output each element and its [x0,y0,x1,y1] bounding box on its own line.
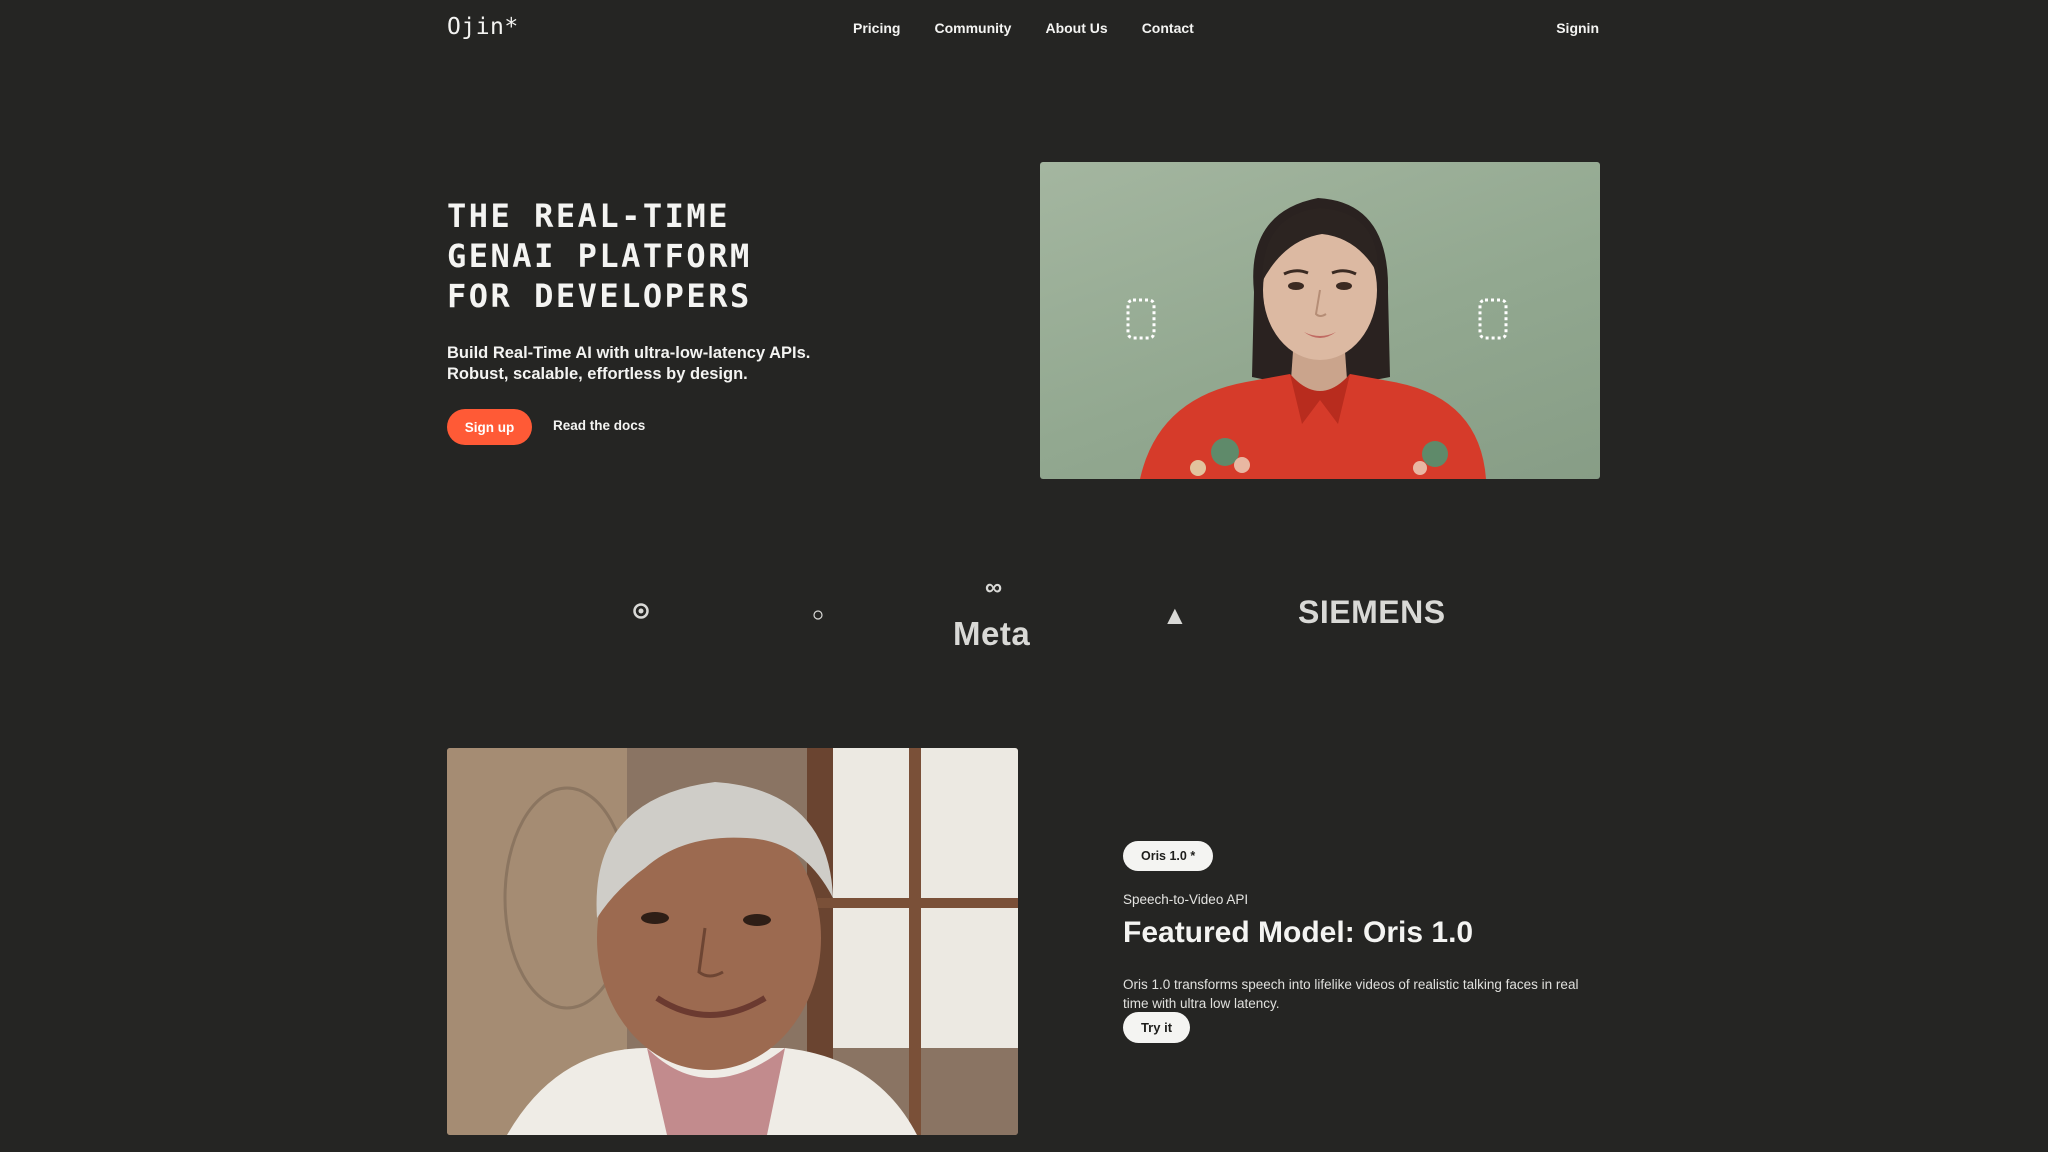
portrait-illustration [447,748,1018,1135]
nav-links: Pricing Community About Us Contact [853,20,1194,36]
audio-indicator-icon-right [1478,298,1508,340]
brand-logo[interactable]: Ojin* [447,14,519,40]
page: Ojin* Pricing Community About Us Contact… [0,0,2048,1152]
featured-model-video[interactable] [447,748,1018,1135]
feature-eyebrow: Speech-to-Video API [1123,892,1249,907]
hero-title-line: FOR DEVELOPERS [447,277,752,315]
meta-infinity-icon: ∞ [985,574,1003,601]
signin-link[interactable]: Signin [1556,20,1599,36]
audio-indicator-icon-left [1126,298,1156,340]
nav-link-contact[interactable]: Contact [1142,20,1194,36]
portrait-illustration [1126,198,1508,479]
meta-logo: Meta [953,615,1031,652]
triangle-logo-icon: ▲ [1162,600,1188,630]
signup-button[interactable]: Sign up [447,409,532,445]
hero-subtitle-line: Robust, scalable, effortless by design. [447,365,748,383]
nav-link-about-us[interactable]: About Us [1045,20,1107,36]
hero-title: THE REAL-TIME GENAI PLATFORM FOR DEVELOP… [447,196,907,316]
customer-logos: ∞ Meta ▲ SIEMENS [0,570,2048,652]
read-docs-link[interactable]: Read the docs [553,418,645,433]
model-version-badge: Oris 1.0 * [1123,841,1214,871]
nav-link-pricing[interactable]: Pricing [853,20,900,36]
top-nav: Ojin* Pricing Community About Us Contact… [0,0,2048,56]
hero-subtitle-line: Build Real-Time AI with ultra-low-latenc… [447,344,811,362]
try-it-button[interactable]: Try it [1123,1012,1190,1043]
nav-link-community[interactable]: Community [934,20,1011,36]
feature-title: Featured Model: Oris 1.0 [1123,916,1474,949]
ring-logo-icon [633,603,649,624]
hero-title-line: THE REAL-TIME [447,197,730,235]
hero-video-portrait[interactable] [1040,162,1600,479]
feature-description: Oris 1.0 transforms speech into lifelike… [1123,977,1579,1011]
hero-title-line: GENAI PLATFORM [447,237,752,275]
dot-ring-logo-icon [813,607,823,625]
hero-subtitle: Build Real-Time AI with ultra-low-latenc… [447,343,907,385]
siemens-logo: SIEMENS [1298,594,1446,630]
